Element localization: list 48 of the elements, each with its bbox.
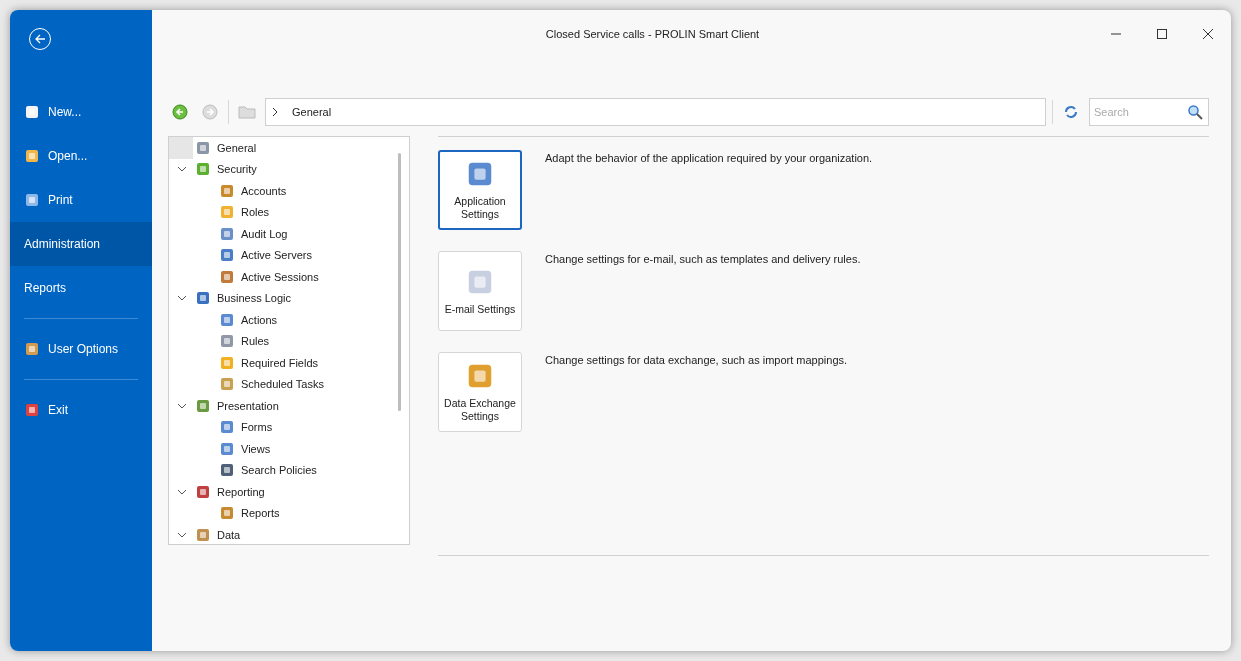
chevron-down-icon[interactable] bbox=[177, 488, 187, 495]
tree-item[interactable]: Search Policies bbox=[169, 459, 409, 481]
sidebar-item[interactable]: Print bbox=[10, 178, 152, 222]
tree-item[interactable]: Required Fields bbox=[169, 352, 409, 374]
tree-item[interactable]: Roles bbox=[169, 201, 409, 223]
settings-tile[interactable]: Data Exchange Settings bbox=[438, 352, 522, 432]
tree-item[interactable]: Views bbox=[169, 438, 409, 460]
breadcrumb-bar[interactable]: General bbox=[265, 98, 1046, 126]
tree-item[interactable]: Data bbox=[169, 524, 409, 544]
sidebar-item[interactable]: New... bbox=[10, 90, 152, 134]
chevron-right-icon bbox=[272, 107, 278, 117]
chevron-down-icon[interactable] bbox=[177, 531, 187, 538]
settings-tile[interactable]: Application Settings bbox=[438, 150, 522, 230]
tree-item[interactable]: Actions bbox=[169, 309, 409, 331]
chevron-down-icon[interactable] bbox=[177, 402, 187, 409]
tree-item[interactable]: Active Servers bbox=[169, 244, 409, 266]
back-arrow-icon bbox=[34, 33, 46, 45]
setting-description: Adapt the behavior of the application required by your organization. bbox=[545, 151, 873, 166]
tree-item[interactable]: Reporting bbox=[169, 481, 409, 503]
search-icon[interactable] bbox=[1187, 104, 1203, 120]
setting-description: Change settings for data exchange, such as import mappings. bbox=[545, 353, 848, 368]
search-field[interactable]: Search bbox=[1089, 98, 1209, 126]
tree-item[interactable]: Rules bbox=[169, 330, 409, 352]
maximize-icon bbox=[1157, 29, 1167, 39]
scrollbar[interactable] bbox=[398, 153, 401, 411]
chevron-down-icon[interactable] bbox=[177, 166, 187, 173]
tree-item[interactable]: Scheduled Tasks bbox=[169, 373, 409, 395]
sidebar-item[interactable]: Administration bbox=[10, 222, 152, 266]
sidebar-item[interactable]: Reports bbox=[10, 266, 152, 310]
tree-item[interactable]: Reports bbox=[169, 502, 409, 524]
tree-item[interactable]: Accounts bbox=[169, 180, 409, 202]
tree-item[interactable]: Audit Log bbox=[169, 223, 409, 245]
tree-item[interactable]: Active Sessions bbox=[169, 266, 409, 288]
window-title: Closed Service calls - PROLIN Smart Client bbox=[544, 28, 761, 40]
chevron-down-icon[interactable] bbox=[177, 295, 187, 302]
breadcrumb-item[interactable]: General bbox=[292, 106, 332, 118]
settings-tile[interactable]: E-mail Settings bbox=[438, 251, 522, 331]
folder-up-icon bbox=[238, 105, 256, 119]
tree-item[interactable]: Forms bbox=[169, 416, 409, 438]
setting-description: Change settings for e-mail, such as templates and delivery rules. bbox=[545, 252, 861, 267]
tree-item[interactable]: Business Logic bbox=[169, 287, 409, 309]
refresh-icon bbox=[1063, 104, 1079, 120]
sidebar-item[interactable]: Exit bbox=[10, 388, 152, 432]
tree-item[interactable]: Security bbox=[169, 158, 409, 180]
sidebar-item[interactable]: Open... bbox=[10, 134, 152, 178]
page-icon bbox=[24, 104, 40, 120]
sidebar-item[interactable]: User Options bbox=[10, 327, 152, 371]
tree-item[interactable]: Presentation bbox=[169, 395, 409, 417]
